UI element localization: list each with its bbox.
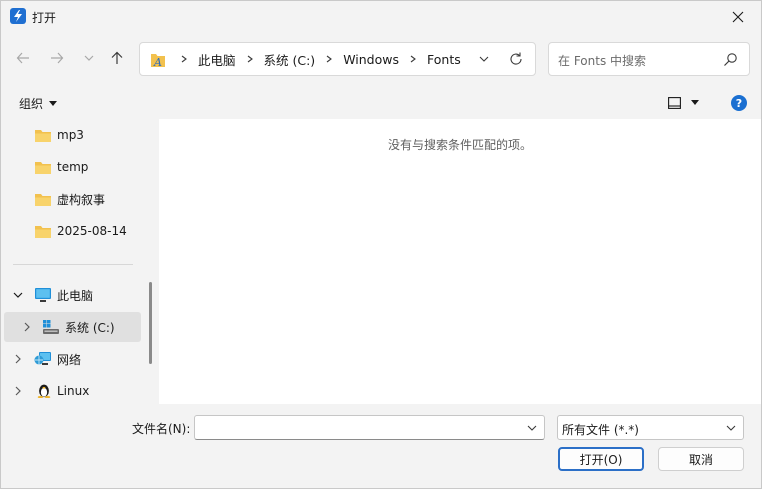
back-button[interactable] (11, 46, 35, 70)
chevron-down-icon[interactable] (526, 422, 538, 434)
folder-icon (35, 162, 51, 174)
cancel-button[interactable]: 取消 (658, 447, 744, 471)
filename-label: 文件名(N): (132, 422, 191, 436)
folder-icon (35, 226, 51, 238)
breadcrumb-system-drive[interactable]: 系统 (C:) (262, 50, 318, 69)
nav-item-fiction[interactable]: 虚构叙事 (3, 184, 143, 214)
nav-item-mp3[interactable]: mp3 (3, 120, 143, 150)
file-type-value: 所有文件 (*.*) (562, 423, 639, 437)
app-icon (10, 8, 26, 24)
folder-icon (35, 194, 51, 206)
nav-item-label: 2025-08-14 (57, 224, 127, 238)
open-button-label: 打开(O) (579, 452, 623, 467)
file-type-select[interactable]: 所有文件 (*.*) (557, 415, 744, 440)
nav-item-label: Linux (57, 384, 90, 398)
caret-down-icon (691, 100, 699, 105)
up-button[interactable] (105, 46, 129, 70)
nav-item-temp[interactable]: temp (3, 152, 143, 182)
navigation-pane: mp3 temp 虚构叙事 2025-08-14 此电脑 系统 (C:) 网络 … (3, 119, 157, 404)
nav-item-label: temp (57, 160, 89, 174)
svg-text:A: A (153, 56, 162, 69)
nav-item-label: 此电脑 (57, 288, 94, 303)
organize-menu[interactable]: 组织 (19, 95, 58, 112)
caret-down-icon (49, 100, 58, 106)
search-placeholder: 在 Fonts 中搜索 (558, 54, 647, 68)
nav-item-system-drive[interactable]: 系统 (C:) (4, 312, 141, 342)
chevron-right-icon[interactable] (242, 55, 258, 63)
folder-icon (35, 130, 51, 142)
open-file-dialog: 打开 A 此电脑 系统 (C:) Windows Fonts 在 Fonts 中… (0, 0, 762, 489)
chevron-right-icon[interactable] (405, 55, 421, 63)
cancel-button-label: 取消 (688, 452, 713, 467)
breadcrumb-this-pc[interactable]: 此电脑 (196, 50, 238, 69)
search-input[interactable]: 在 Fonts 中搜索 (548, 42, 750, 76)
recent-locations-button[interactable] (77, 46, 101, 70)
organize-label: 组织 (19, 97, 44, 111)
help-button[interactable]: ? (731, 95, 747, 111)
fonts-folder-icon: A (151, 54, 165, 69)
nav-item-label: 系统 (C:) (65, 320, 115, 335)
nav-item-label: 网络 (57, 352, 82, 367)
arrow-left-icon (16, 52, 29, 64)
forward-button[interactable] (45, 46, 69, 70)
breadcrumb: 此电脑 系统 (C:) Windows Fonts (172, 43, 463, 75)
nav-item-label: 虚构叙事 (57, 192, 106, 207)
nav-item-this-pc[interactable]: 此电脑 (3, 280, 143, 310)
view-pane-icon (668, 97, 681, 109)
nav-scrollbar[interactable] (149, 282, 152, 364)
close-icon (732, 11, 744, 23)
breadcrumb-windows[interactable]: Windows (341, 52, 401, 67)
search-icon (724, 53, 737, 66)
address-bar[interactable]: A 此电脑 系统 (C:) Windows Fonts (139, 42, 536, 76)
close-button[interactable] (715, 1, 761, 33)
window-title: 打开 (32, 11, 57, 25)
arrow-right-icon (51, 52, 64, 64)
filename-input[interactable] (194, 415, 545, 440)
chevron-right-icon[interactable] (21, 321, 33, 333)
nav-item-label: mp3 (57, 128, 84, 142)
nav-item-2025-08-14[interactable]: 2025-08-14 (3, 216, 143, 246)
change-view-button[interactable] (668, 94, 704, 112)
question-mark-icon: ? (735, 96, 743, 110)
chevron-down-icon (84, 55, 94, 61)
empty-results-message: 没有与搜索条件匹配的项。 (387, 138, 532, 152)
breadcrumb-fonts[interactable]: Fonts (425, 52, 463, 67)
chevron-right-icon[interactable] (12, 385, 24, 397)
chevron-right-icon[interactable] (321, 55, 337, 63)
open-button[interactable]: 打开(O) (558, 447, 644, 471)
chevron-down-icon[interactable] (477, 52, 491, 66)
file-list-pane[interactable]: 没有与搜索条件匹配的项。 (159, 119, 761, 404)
chevron-down-icon (726, 425, 736, 431)
nav-divider (13, 264, 133, 265)
linux-penguin-icon (37, 384, 51, 398)
chevron-down-icon[interactable] (12, 289, 24, 301)
drive-icon (43, 320, 59, 334)
nav-item-network[interactable]: 网络 (3, 344, 143, 374)
monitor-icon (35, 288, 51, 302)
network-icon (34, 352, 51, 365)
arrow-up-icon (111, 51, 123, 64)
title-bar: 打开 (1, 1, 761, 33)
refresh-icon[interactable] (508, 51, 524, 67)
chevron-right-icon[interactable] (12, 353, 24, 365)
nav-item-linux[interactable]: Linux (3, 376, 143, 404)
chevron-right-icon (176, 55, 192, 63)
